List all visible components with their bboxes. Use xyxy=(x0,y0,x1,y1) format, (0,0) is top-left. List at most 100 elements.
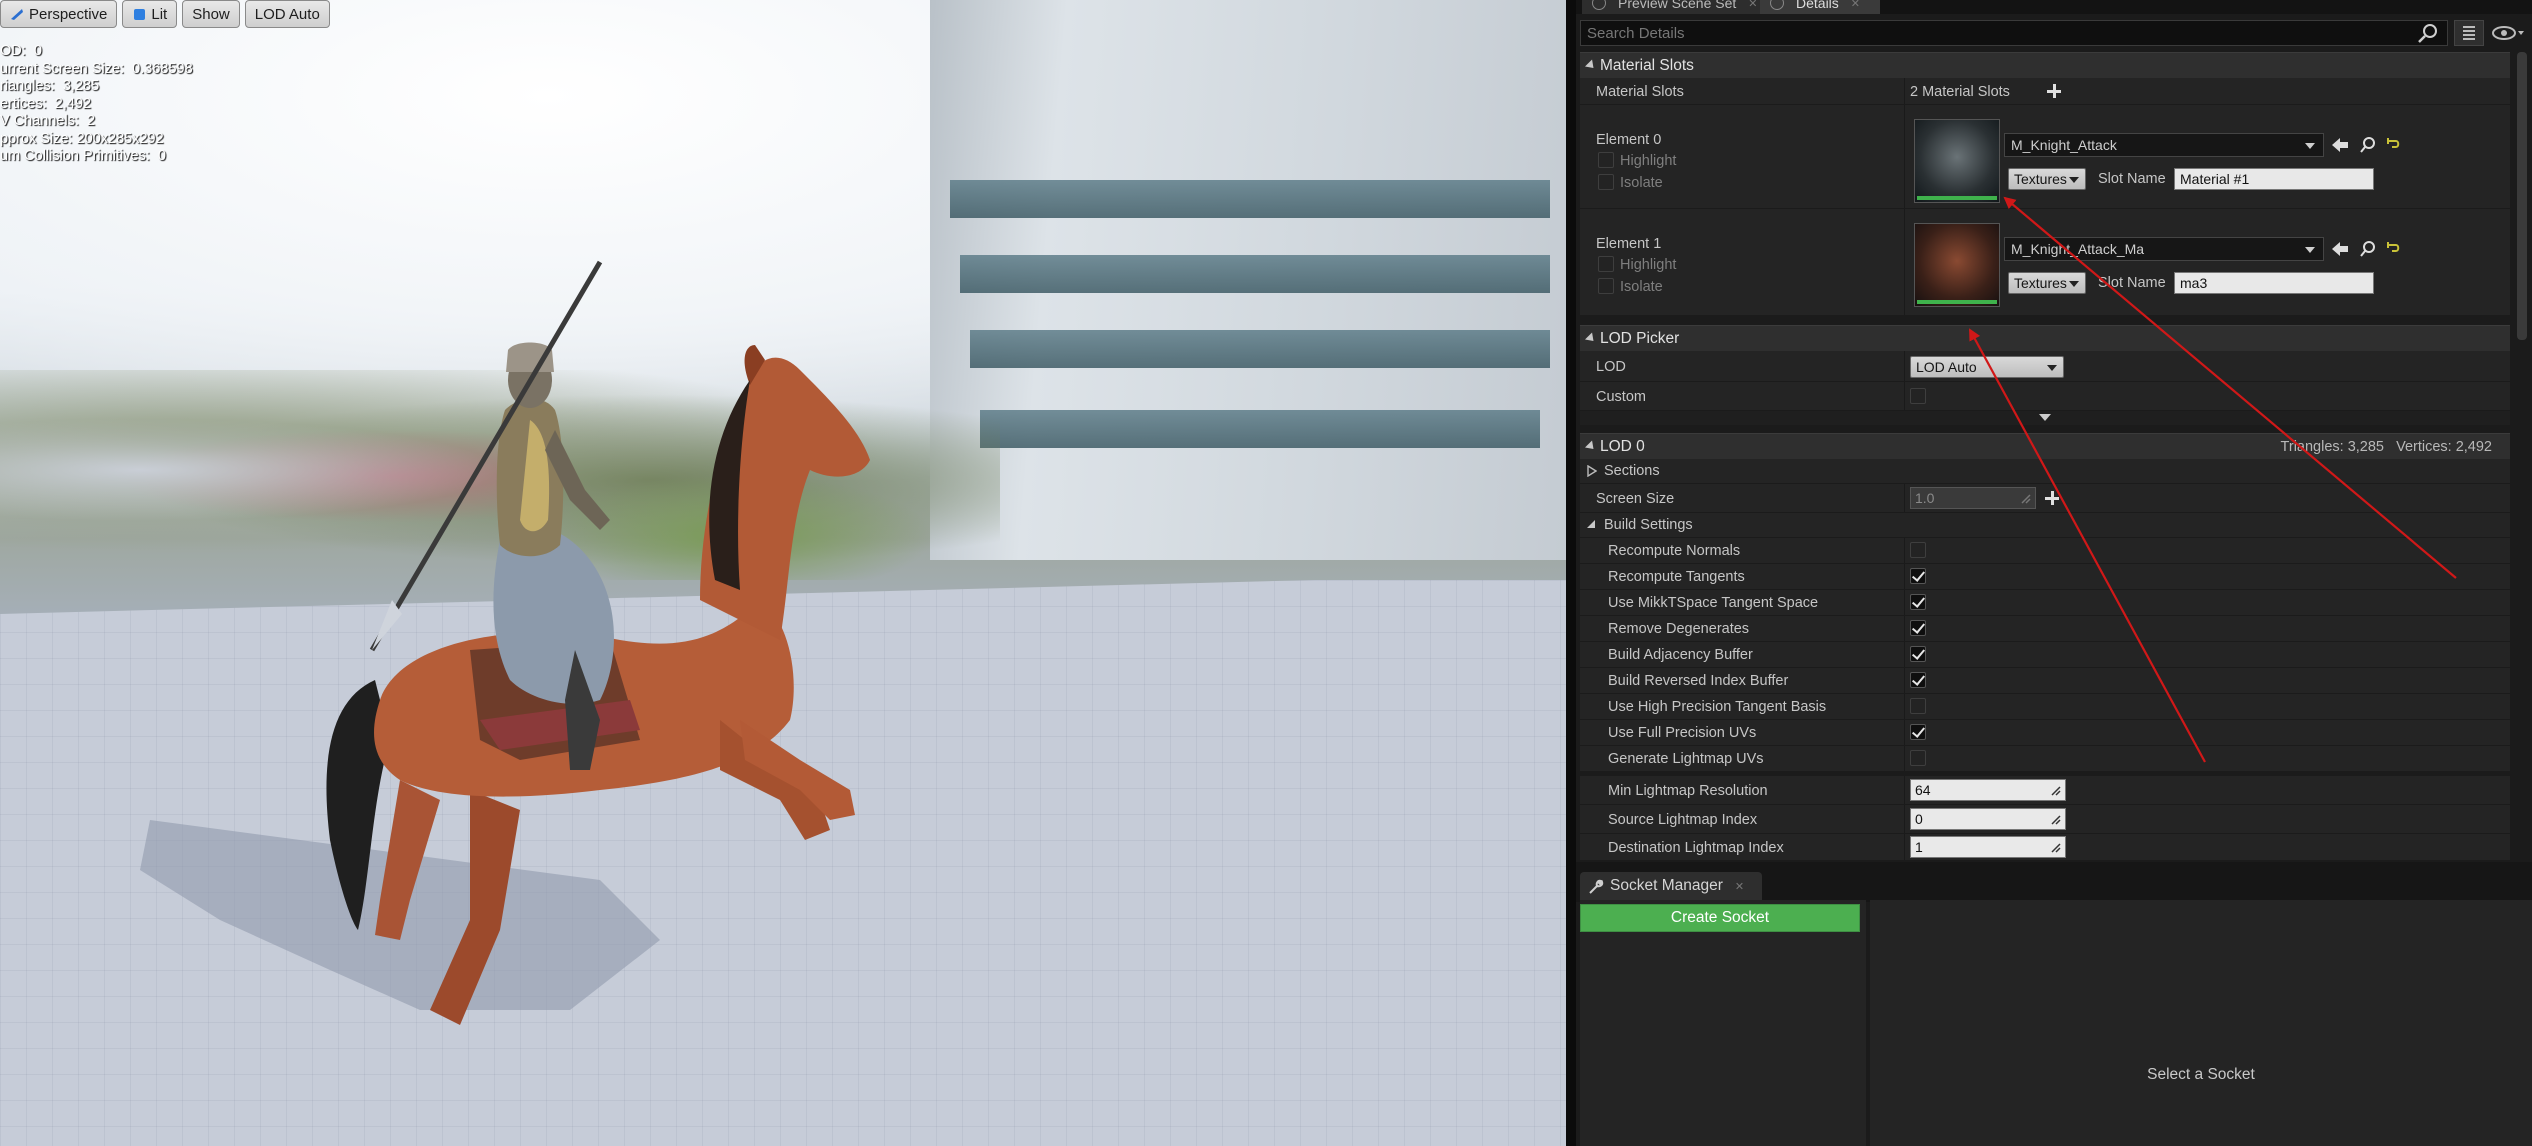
build-setting-checkbox[interactable] xyxy=(1910,594,1926,610)
build-setting-checkbox[interactable] xyxy=(1910,568,1926,584)
advanced-expander[interactable] xyxy=(1580,411,2510,425)
build-setting-row: Use High Precision Tangent Basis xyxy=(1580,694,2510,719)
element-1-label: Element 1 xyxy=(1596,236,1662,252)
perspective-button[interactable]: Perspective xyxy=(0,0,118,28)
source-lightmap-field[interactable]: 0 xyxy=(1910,808,2066,830)
material-0-combo[interactable]: M_Knight_Attack xyxy=(2004,133,2324,157)
reset-icon[interactable] xyxy=(2384,239,2404,259)
viewport[interactable]: Perspective Lit Show LOD Auto OD: 0 urre… xyxy=(0,0,1566,1146)
material-slots-header[interactable]: Material Slots xyxy=(1580,52,2510,78)
custom-checkbox[interactable] xyxy=(1910,388,1926,404)
material-element-1: Element 1 Highlight Isolate M_Knight_Att… xyxy=(1580,209,2510,315)
drag-handle-icon xyxy=(2021,494,2031,504)
lod-select[interactable]: LOD Auto xyxy=(1910,356,2064,378)
material-1-name: M_Knight_Attack_Ma xyxy=(2011,241,2145,257)
dest-lightmap-label: Destination Lightmap Index xyxy=(1608,840,1784,856)
create-socket-button[interactable]: Create Socket xyxy=(1580,904,1860,932)
build-setting-label: Use High Precision Tangent Basis xyxy=(1608,699,1827,715)
material-1-textures-button[interactable]: Textures xyxy=(2008,272,2086,294)
build-setting-label: Use MikkTSpace Tangent Space xyxy=(1608,595,1819,611)
source-lightmap-value: 0 xyxy=(1915,811,1923,827)
dest-lightmap-field[interactable]: 1 xyxy=(1910,836,2066,858)
build-setting-row: Remove Degenerates xyxy=(1580,616,2510,641)
slot-name-label: Slot Name xyxy=(2098,171,2166,187)
reset-icon[interactable] xyxy=(2384,135,2404,155)
build-setting-checkbox[interactable] xyxy=(1910,646,1926,662)
find-icon[interactable] xyxy=(2358,239,2378,259)
lod0-summary: Triangles: 3,285 Vertices: 2,492 xyxy=(2280,439,2492,455)
add-material-slot-icon[interactable] xyxy=(2046,83,2062,99)
sections-row[interactable]: Sections xyxy=(1580,459,2510,483)
close-icon[interactable]: ✕ xyxy=(1748,0,1757,10)
stat-screen-size: urrent Screen Size: 0.368598 xyxy=(0,60,193,77)
chevron-down-icon xyxy=(2069,177,2079,183)
material-0-thumbnail[interactable] xyxy=(1914,119,2000,203)
collapse-arrow-icon xyxy=(1584,332,1598,345)
custom-label: Custom xyxy=(1596,389,1646,405)
build-setting-checkbox[interactable] xyxy=(1910,542,1926,558)
tab-details[interactable]: Details ✕ xyxy=(1760,0,1881,14)
element-1-isolate-checkbox[interactable] xyxy=(1598,278,1614,294)
close-icon[interactable]: ✕ xyxy=(1735,880,1744,893)
build-setting-label: Use Full Precision UVs xyxy=(1608,725,1757,741)
build-setting-row: Build Adjacency Buffer xyxy=(1580,642,2510,667)
material-slots-count: 2 Material Slots xyxy=(1910,84,2010,100)
lod0-header[interactable]: LOD 0 Triangles: 3,285 Vertices: 2,492 xyxy=(1580,433,2510,459)
expand-down-icon xyxy=(2039,414,2051,421)
material-1-thumbnail[interactable] xyxy=(1914,223,2000,307)
build-setting-checkbox[interactable] xyxy=(1910,724,1926,740)
tab-details-label: Details xyxy=(1796,0,1839,11)
tab-preview-scene-set[interactable]: Preview Scene Set ✕ xyxy=(1582,0,1778,14)
build-settings-label: Build Settings xyxy=(1604,517,1693,533)
grid-view-icon[interactable] xyxy=(2454,20,2484,46)
material-0-slot-name-field[interactable]: Material #1 xyxy=(2174,168,2374,190)
element-0-highlight-checkbox[interactable] xyxy=(1598,152,1614,168)
search-icon[interactable] xyxy=(2416,22,2440,44)
build-setting-checkbox[interactable] xyxy=(1910,672,1926,688)
close-icon[interactable]: ✕ xyxy=(1851,0,1860,10)
lod-row: LOD LOD Auto xyxy=(1580,351,2510,381)
build-setting-label: Remove Degenerates xyxy=(1608,621,1750,637)
element-0-isolate-checkbox[interactable] xyxy=(1598,174,1614,190)
material-0-textures-button[interactable]: Textures xyxy=(2008,168,2086,190)
browse-arrow-icon[interactable] xyxy=(2330,239,2350,259)
screen-size-value: 1.0 xyxy=(1915,490,1935,506)
collapse-arrow-icon xyxy=(1584,59,1598,72)
show-label: Show xyxy=(192,5,230,23)
search-placeholder: Search Details xyxy=(1587,24,1685,42)
min-lightmap-value: 64 xyxy=(1915,782,1931,798)
screen-size-field[interactable]: 1.0 xyxy=(1910,487,2036,509)
element-1-highlight-checkbox[interactable] xyxy=(1598,256,1614,272)
lod-picker-title: LOD Picker xyxy=(1600,329,1680,347)
material-1-combo[interactable]: M_Knight_Attack_Ma xyxy=(2004,237,2324,261)
tab-socket-manager[interactable]: Socket Manager ✕ xyxy=(1580,872,1763,900)
socket-manager-label: Socket Manager xyxy=(1610,877,1723,894)
search-input[interactable]: Search Details xyxy=(1580,20,2448,46)
eye-icon[interactable] xyxy=(2488,20,2528,46)
show-button[interactable]: Show xyxy=(182,0,240,28)
build-setting-checkbox[interactable] xyxy=(1910,750,1926,766)
find-icon[interactable] xyxy=(2358,135,2378,155)
lod0-title: LOD 0 xyxy=(1600,437,1645,455)
build-setting-checkbox[interactable] xyxy=(1910,698,1926,714)
lod-auto-button[interactable]: LOD Auto xyxy=(244,0,330,28)
perspective-label: Perspective xyxy=(29,5,108,23)
browse-arrow-icon[interactable] xyxy=(2330,135,2350,155)
chevron-down-icon xyxy=(2047,365,2057,371)
add-screen-size-icon[interactable] xyxy=(2044,490,2060,506)
stat-triangles: riangles: 3,285 xyxy=(0,78,100,94)
details-scrollbar[interactable] xyxy=(2517,52,2527,340)
min-lightmap-field[interactable]: 64 xyxy=(1910,779,2066,801)
details-panel: Preview Scene Set ✕ Details ✕ Search Det… xyxy=(1576,0,2532,1146)
panel-splitter[interactable] xyxy=(1566,0,1576,1146)
build-settings-row[interactable]: Build Settings xyxy=(1580,513,2510,537)
expand-right-icon xyxy=(1587,465,1597,477)
build-setting-label: Recompute Tangents xyxy=(1608,569,1745,585)
material-1-slot-name-field[interactable]: ma3 xyxy=(2174,272,2374,294)
lit-button[interactable]: Lit xyxy=(122,0,178,28)
material-slots-label: Material Slots xyxy=(1596,84,1684,100)
element-1-highlight-label: Highlight xyxy=(1620,257,1677,273)
material-0-slot-name-value: Material #1 xyxy=(2180,171,2250,187)
lod-picker-header[interactable]: LOD Picker xyxy=(1580,325,2510,351)
build-setting-checkbox[interactable] xyxy=(1910,620,1926,636)
